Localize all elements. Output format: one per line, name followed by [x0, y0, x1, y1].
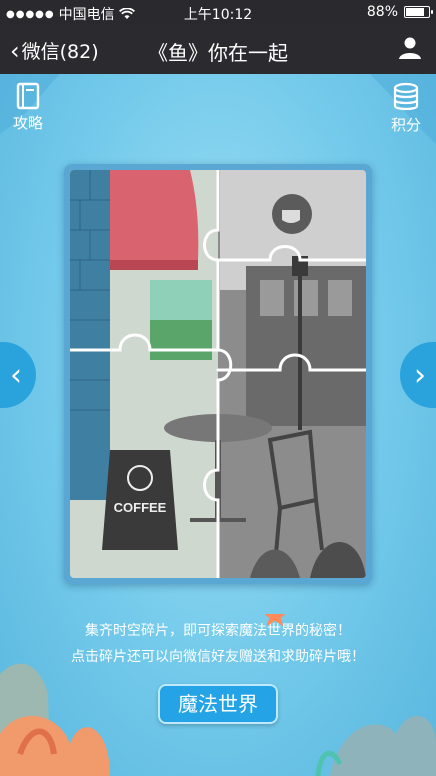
guide-label: 攻略 — [12, 114, 43, 132]
page-title: 《鱼》你在一起 — [148, 41, 288, 65]
awning-icon — [110, 170, 199, 260]
coins-stack-icon — [393, 82, 419, 111]
puzzle-illustration[interactable]: COFFEE — [70, 170, 366, 578]
book-icon — [16, 82, 40, 110]
points-label: 积分 — [390, 116, 421, 134]
profile-icon[interactable] — [398, 36, 422, 60]
status-bar: ●●●●● 中国电信 上午10:12 88% — [0, 0, 436, 24]
battery-icon — [404, 6, 433, 18]
coral-decoration-icon — [0, 614, 436, 776]
chevron-left-icon: ‹ — [10, 357, 22, 393]
prev-puzzle-button[interactable]: ‹ — [0, 342, 36, 408]
nav-bar: ‹ 微信(82) 《鱼》你在一起 — [0, 24, 436, 74]
status-right: 88% — [366, 4, 433, 20]
sea-decoration-top-icon — [0, 74, 436, 144]
battery-percent: 88% — [366, 4, 398, 20]
puzzle-frame: COFFEE — [64, 164, 372, 584]
chevron-right-icon: › — [414, 357, 426, 393]
points-button[interactable]: 积分 — [378, 82, 434, 135]
next-puzzle-button[interactable]: › — [400, 342, 436, 408]
game-area: 攻略 积分 ‹ › COFFEE 集齐时空碎片，即可探索魔法世界的秘密！ 点击碎… — [0, 74, 436, 776]
coffee-sign-text: COFFEE — [114, 500, 167, 515]
guide-button[interactable]: 攻略 — [0, 82, 56, 133]
